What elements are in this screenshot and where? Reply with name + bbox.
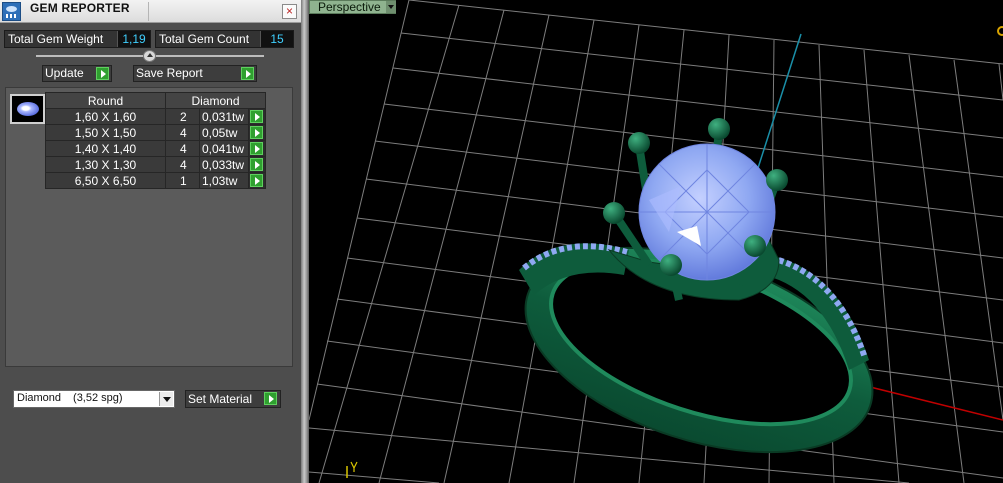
panel-divider[interactable] bbox=[301, 0, 309, 483]
shape-header: Round bbox=[45, 92, 166, 109]
gem-reporter-panel: GEM REPORTER × Total Gem Weight 1,19 Tot… bbox=[0, 0, 301, 483]
table-row: 1,50 X 1,50 4 0,05tw bbox=[45, 124, 266, 141]
gem-size: 1,60 X 1,60 bbox=[45, 108, 166, 125]
chevron-down-icon[interactable] bbox=[386, 1, 396, 13]
save-report-button-label: Save Report bbox=[136, 66, 203, 80]
3d-viewport[interactable] bbox=[309, 0, 1003, 483]
gem-table: Round Diamond 1,60 X 1,60 2 0,031tw 1,50… bbox=[45, 92, 266, 189]
table-row: 6,50 X 6,50 1 1,03tw bbox=[45, 172, 266, 189]
play-icon bbox=[241, 67, 254, 80]
gem-table-header: Round Diamond bbox=[45, 92, 266, 109]
gem-weight: 0,031tw bbox=[199, 108, 249, 125]
total-gem-count-box: Total Gem Count 15 bbox=[155, 30, 294, 48]
ring-model bbox=[519, 118, 874, 454]
total-gem-weight-box: Total Gem Weight 1,19 bbox=[4, 30, 151, 48]
material-select-value: Diamond (3,52 spg) bbox=[17, 392, 123, 404]
material-density: (3,52 spg) bbox=[73, 392, 123, 404]
set-material-button-label: Set Material bbox=[188, 392, 253, 406]
window-titlebar: GEM REPORTER × bbox=[0, 0, 301, 23]
gem-count: 4 bbox=[165, 140, 200, 157]
viewport-scene bbox=[309, 0, 1003, 483]
gem-reporter-app-icon bbox=[2, 2, 21, 21]
panel-splitter-handle[interactable] bbox=[143, 50, 156, 62]
view-mode-label: Perspective bbox=[318, 0, 381, 14]
row-select-button[interactable] bbox=[248, 124, 266, 141]
gem-thumbnail-shape bbox=[17, 102, 39, 116]
material-header: Diamond bbox=[165, 92, 266, 109]
gem-size: 1,50 X 1,50 bbox=[45, 124, 166, 141]
gem-weight: 0,033tw bbox=[199, 156, 249, 173]
play-icon bbox=[250, 142, 263, 155]
total-gem-count-label: Total Gem Count bbox=[156, 31, 260, 47]
gem-size: 6,50 X 6,50 bbox=[45, 172, 166, 189]
gem-count: 1 bbox=[165, 172, 200, 189]
play-icon bbox=[250, 174, 263, 187]
close-icon[interactable]: × bbox=[282, 4, 297, 19]
gem-weight: 0,05tw bbox=[199, 124, 249, 141]
table-row: 1,60 X 1,60 2 0,031tw bbox=[45, 108, 266, 125]
save-report-button[interactable]: Save Report bbox=[133, 65, 257, 82]
update-button-label: Update bbox=[45, 66, 84, 80]
gem-weight: 1,03tw bbox=[199, 172, 249, 189]
chevron-down-icon[interactable] bbox=[159, 392, 173, 406]
table-row: 1,30 X 1,30 4 0,033tw bbox=[45, 156, 266, 173]
play-icon bbox=[264, 392, 277, 405]
play-icon bbox=[96, 67, 109, 80]
round-gem-icon[interactable] bbox=[10, 94, 45, 124]
play-icon bbox=[250, 110, 263, 123]
total-gem-count-value: 15 bbox=[260, 31, 293, 47]
row-select-button[interactable] bbox=[248, 156, 266, 173]
gem-size: 1,30 X 1,30 bbox=[45, 156, 166, 173]
set-material-button[interactable]: Set Material bbox=[185, 390, 281, 408]
gem-count: 2 bbox=[165, 108, 200, 125]
view-settings-icon[interactable] bbox=[997, 26, 1003, 36]
table-row: 1,40 X 1,40 4 0,041tw bbox=[45, 140, 266, 157]
material-select[interactable]: Diamond (3,52 spg) bbox=[13, 390, 175, 408]
row-select-button[interactable] bbox=[248, 172, 266, 189]
gem-size: 1,40 X 1,40 bbox=[45, 140, 166, 157]
play-icon bbox=[250, 126, 263, 139]
total-gem-weight-label: Total Gem Weight bbox=[5, 31, 117, 47]
window-title: GEM REPORTER bbox=[30, 1, 130, 15]
gem-count: 4 bbox=[165, 156, 200, 173]
row-select-button[interactable] bbox=[248, 140, 266, 157]
title-separator bbox=[148, 2, 149, 21]
gem-weight: 0,041tw bbox=[199, 140, 249, 157]
gem-count: 4 bbox=[165, 124, 200, 141]
axis-gizmo-icon bbox=[346, 461, 358, 478]
play-icon bbox=[250, 158, 263, 171]
row-select-button[interactable] bbox=[248, 108, 266, 125]
perspective-view-tab[interactable]: Perspective bbox=[309, 0, 396, 14]
total-gem-weight-value: 1,19 bbox=[117, 31, 150, 47]
update-button[interactable]: Update bbox=[42, 65, 112, 82]
material-name: Diamond bbox=[17, 392, 62, 404]
